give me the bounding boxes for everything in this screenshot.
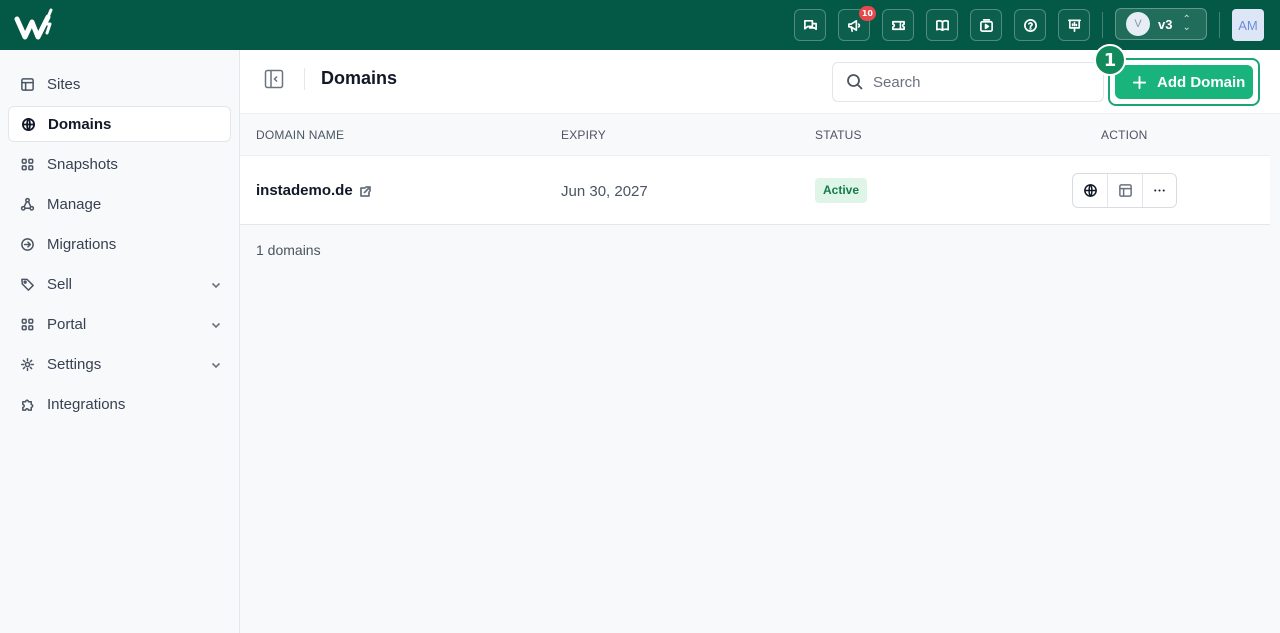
layout-icon xyxy=(1118,184,1132,197)
step-badge: 1 xyxy=(1094,44,1126,76)
arrow-circle-icon xyxy=(20,237,34,251)
sidebar-item-portal[interactable]: Portal xyxy=(8,306,231,342)
grid-icon xyxy=(21,318,33,330)
domain-name[interactable]: instademo.de xyxy=(256,182,353,199)
page-title: Domains xyxy=(321,68,398,88)
sidebar-item-label: Snapshots xyxy=(47,155,118,173)
presentation-icon xyxy=(1067,19,1081,32)
version-avatar: V xyxy=(1126,12,1150,36)
puzzle-icon xyxy=(21,399,33,411)
column-header-status[interactable]: STATUS xyxy=(815,128,862,142)
dns-settings-button[interactable] xyxy=(1073,174,1107,207)
sidebar-item-migrations[interactable]: Migrations xyxy=(8,226,231,262)
help-button[interactable] xyxy=(1014,9,1046,41)
sidebar-item-sell[interactable]: Sell xyxy=(8,266,231,302)
sidebar: Sites Domains Snapshots Manage Migration… xyxy=(0,50,240,633)
status-badge: Active xyxy=(815,178,868,203)
sidebar-item-integrations[interactable]: Integrations xyxy=(8,386,231,422)
add-domain-label: Add Domain xyxy=(1157,73,1246,91)
logo-icon[interactable] xyxy=(14,8,58,42)
announcements-button[interactable]: 10 xyxy=(838,6,876,41)
sidebar-item-label: Portal xyxy=(47,315,87,333)
docs-button[interactable] xyxy=(926,9,958,41)
video-icon xyxy=(979,18,993,32)
book-icon xyxy=(935,19,949,31)
page-header: Domains Add Domain 1 xyxy=(240,44,1280,114)
globe-icon xyxy=(1083,184,1097,197)
plus-icon xyxy=(1132,75,1147,89)
divider xyxy=(1219,12,1220,38)
user-avatar[interactable]: AM xyxy=(1232,9,1264,41)
hierarchy-icon xyxy=(20,197,34,211)
chevron-up-down-icon: ⌃ ⌄ xyxy=(1182,14,1191,33)
megaphone-icon xyxy=(847,19,860,32)
chevron-down-icon[interactable] xyxy=(210,358,222,370)
notification-badge: 10 xyxy=(858,6,876,21)
search-box[interactable] xyxy=(832,62,1104,102)
grid-icon xyxy=(21,158,33,170)
more-horizontal-icon xyxy=(1154,189,1165,192)
chat-icon xyxy=(803,19,817,30)
sidebar-item-domains[interactable]: Domains xyxy=(8,106,231,142)
site-link-button[interactable] xyxy=(1107,174,1141,207)
version-label: v3 xyxy=(1158,16,1173,32)
presentation-button[interactable] xyxy=(1058,9,1090,41)
column-header-domain-name[interactable]: DOMAIN NAME xyxy=(256,128,344,142)
external-link-icon[interactable] xyxy=(359,185,371,197)
sidebar-collapse-icon xyxy=(264,69,284,89)
chevron-down-icon[interactable] xyxy=(210,278,222,290)
sidebar-item-label: Sell xyxy=(47,275,73,293)
column-header-action: ACTION xyxy=(1101,128,1148,142)
tag-icon xyxy=(20,278,34,291)
search-icon xyxy=(847,74,863,90)
ticket-icon xyxy=(891,20,905,30)
more-options-button[interactable] xyxy=(1141,174,1176,207)
layout-icon xyxy=(20,77,34,91)
sidebar-item-label: Sites xyxy=(47,75,81,93)
sidebar-item-label: Settings xyxy=(47,355,102,373)
main-content: Domains Add Domain 1 DOMAIN NAME EXPIRY … xyxy=(240,44,1280,633)
table-row: instademo.de Jun 30, 2027 Active xyxy=(240,156,1270,225)
search-input[interactable] xyxy=(873,73,1083,91)
expiry-date: Jun 30, 2027 xyxy=(561,183,648,200)
divider xyxy=(304,68,305,90)
row-actions xyxy=(1072,173,1177,208)
sidebar-item-label: Domains xyxy=(48,115,112,133)
version-switcher[interactable]: V v3 ⌃ ⌄ xyxy=(1115,8,1207,40)
sidebar-item-snapshots[interactable]: Snapshots xyxy=(8,146,231,182)
domain-name-link[interactable]: instademo.de xyxy=(256,182,371,199)
top-bar: 10 V v3 ⌃ ⌄ AM xyxy=(0,0,1280,50)
help-icon xyxy=(1023,18,1037,32)
sidebar-item-settings[interactable]: Settings xyxy=(8,346,231,382)
collapse-sidebar-button[interactable] xyxy=(264,69,284,89)
sidebar-item-sites[interactable]: Sites xyxy=(8,66,231,102)
domain-count: 1 domains xyxy=(256,242,321,258)
divider xyxy=(1102,12,1103,38)
sidebar-item-label: Integrations xyxy=(47,395,126,413)
globe-icon xyxy=(21,117,35,131)
chat-button[interactable] xyxy=(794,9,826,41)
video-tutorials-button[interactable] xyxy=(970,9,1002,41)
column-header-expiry[interactable]: EXPIRY xyxy=(561,128,606,142)
sidebar-item-manage[interactable]: Manage xyxy=(8,186,231,222)
tickets-button[interactable] xyxy=(882,9,914,41)
table-header: DOMAIN NAME EXPIRY STATUS ACTION xyxy=(240,115,1270,156)
add-domain-button[interactable]: Add Domain xyxy=(1115,65,1253,99)
chevron-down-icon[interactable] xyxy=(210,318,222,330)
gear-icon xyxy=(20,357,34,371)
sidebar-item-label: Manage xyxy=(47,195,102,213)
sidebar-item-label: Migrations xyxy=(47,235,117,253)
